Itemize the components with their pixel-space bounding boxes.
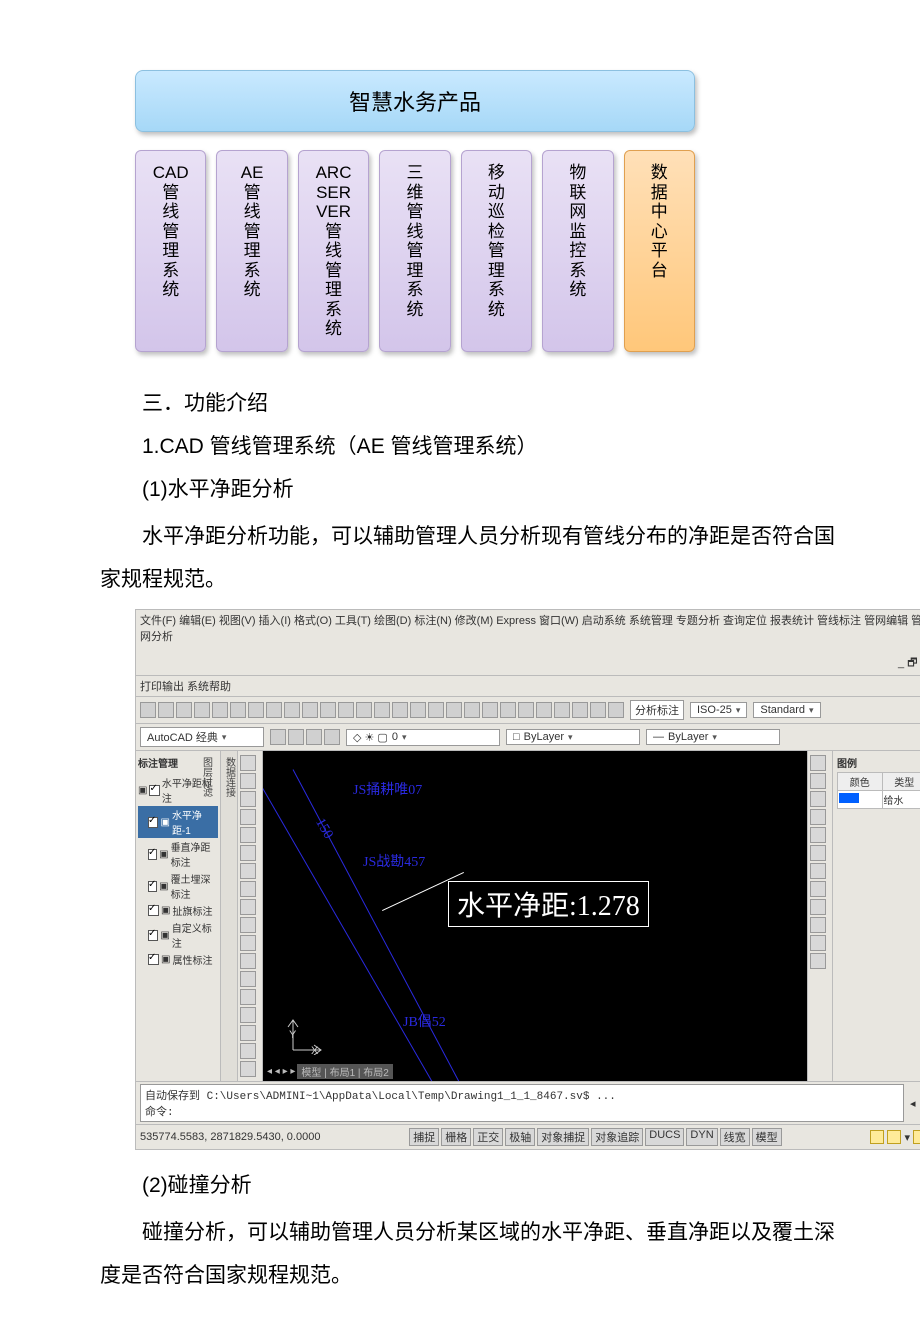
snap-toggle[interactable]: 正交 bbox=[473, 1128, 503, 1146]
product-diagram: 智慧水务产品 CAD管线管理系统AE管线管理系统ARCSERVER管线管理系统三… bbox=[135, 70, 695, 352]
color-select[interactable]: □ ByLayer bbox=[506, 729, 640, 745]
modify-toolbar[interactable] bbox=[807, 751, 832, 1081]
drawing-canvas[interactable]: JS捅耕唯07 JS战勘457 JB倡52 150 水平净距:1.278 Y X… bbox=[263, 751, 807, 1081]
diagram-title-box: 智慧水务产品 bbox=[135, 70, 695, 132]
paragraph-1: 水平净距分析功能，可以辅助管理人员分析现有管线分布的净距是否符合国家规程规范。 bbox=[100, 515, 850, 601]
workspace-select[interactable]: AutoCAD 经典 bbox=[140, 727, 264, 747]
coordinates: 535774.5583, 2871829.5430, 0.0000 bbox=[140, 1131, 320, 1143]
product-box: 物联网监控系统 bbox=[542, 150, 613, 352]
menu-bar: 文件(F) 编辑(E) 视图(V) 插入(I) 格式(O) 工具(T) 绘图(D… bbox=[136, 610, 920, 676]
dim-text: 150 bbox=[311, 816, 335, 842]
cad-screenshot: 文件(F) 编辑(E) 视图(V) 插入(I) 格式(O) 工具(T) 绘图(D… bbox=[135, 609, 920, 1150]
snap-toggle[interactable]: DUCS bbox=[645, 1128, 684, 1146]
snap-toggle[interactable]: 极轴 bbox=[505, 1128, 535, 1146]
toolbar-2: AutoCAD 经典 ◇ ☀ ▢ 0 □ ByLayer — ByLayer bbox=[136, 724, 920, 751]
snap-toggle[interactable]: 栅格 bbox=[441, 1128, 471, 1146]
item-heading-1: (1)水平净距分析 bbox=[100, 468, 850, 511]
product-box: AE管线管理系统 bbox=[216, 150, 287, 352]
draw-toolbar[interactable] bbox=[238, 751, 263, 1081]
node-label: JS战勘457 bbox=[363, 851, 425, 871]
snap-toggle[interactable]: 对象捕捉 bbox=[537, 1128, 589, 1146]
iso-select[interactable]: ISO-25 bbox=[690, 702, 747, 718]
node-label: JS捅耕唯07 bbox=[353, 779, 422, 799]
status-bar: 535774.5583, 2871829.5430, 0.0000 捕捉栅格正交… bbox=[136, 1124, 920, 1149]
window-controls[interactable]: _ 🗗 × bbox=[898, 654, 920, 673]
layer-select[interactable]: ◇ ☀ ▢ 0 bbox=[346, 729, 500, 746]
subsection-heading: 1.CAD 管线管理系统（AE 管线管理系统） bbox=[100, 425, 850, 468]
ucs-icon: Y X bbox=[283, 1015, 323, 1055]
product-box: 数据中心平台 bbox=[624, 150, 695, 352]
diagram-title: 智慧水务产品 bbox=[349, 90, 481, 115]
snap-toggle[interactable]: 线宽 bbox=[720, 1128, 750, 1146]
node-label: JB倡52 bbox=[403, 1011, 446, 1031]
product-box: CAD管线管理系统 bbox=[135, 150, 206, 352]
product-box: ARCSERVER管线管理系统 bbox=[298, 150, 369, 352]
menu-bar-2: 打印输出 系统帮助 bbox=[136, 676, 920, 697]
snap-toggle[interactable]: DYN bbox=[686, 1128, 717, 1146]
product-box: 移动巡检管理系统 bbox=[461, 150, 532, 352]
standard-select[interactable]: Standard bbox=[753, 702, 820, 718]
section-heading: 三．功能介绍 bbox=[100, 382, 850, 425]
snap-toggle[interactable]: 对象追踪 bbox=[591, 1128, 643, 1146]
item-heading-2: (2)碰撞分析 bbox=[100, 1164, 850, 1207]
command-history: 自动保存到 C:\Users\ADMINI~1\AppData\Local\Te… bbox=[140, 1084, 904, 1122]
analysis-button[interactable]: 分析标注 bbox=[630, 700, 684, 720]
toolbar-1: 分析标注 ISO-25 Standard bbox=[136, 697, 920, 724]
command-area[interactable]: 自动保存到 C:\Users\ADMINI~1\AppData\Local\Te… bbox=[136, 1081, 920, 1124]
clearance-label: 水平净距:1.278 bbox=[448, 881, 649, 927]
paragraph-2: 碰撞分析，可以辅助管理人员分析某区域的水平净距、垂直净距以及覆土深度是否符合国家… bbox=[100, 1211, 850, 1297]
product-box: 三维管线管理系统 bbox=[379, 150, 450, 352]
legend-table: 颜色类型 给水 bbox=[837, 772, 920, 809]
linetype-select[interactable]: — ByLayer bbox=[646, 729, 780, 745]
layout-tabs[interactable]: ◂ ◂ ▸ ▸ 模型 | 布局1 | 布局2 bbox=[267, 1064, 393, 1079]
status-right-icons[interactable]: ▾ bbox=[870, 1130, 920, 1144]
legend-title: 图例 bbox=[837, 755, 920, 770]
layer-state-icons[interactable] bbox=[270, 729, 340, 745]
snap-toggle[interactable]: 捕捉 bbox=[409, 1128, 439, 1146]
snap-toggle[interactable]: 模型 bbox=[752, 1128, 782, 1146]
left-vertical-tabs[interactable]: 图层组数据连接图层过滤 bbox=[221, 751, 238, 1081]
file-icons[interactable] bbox=[140, 702, 624, 718]
legend-panel: 图例 颜色类型 给水 bbox=[832, 751, 920, 1081]
